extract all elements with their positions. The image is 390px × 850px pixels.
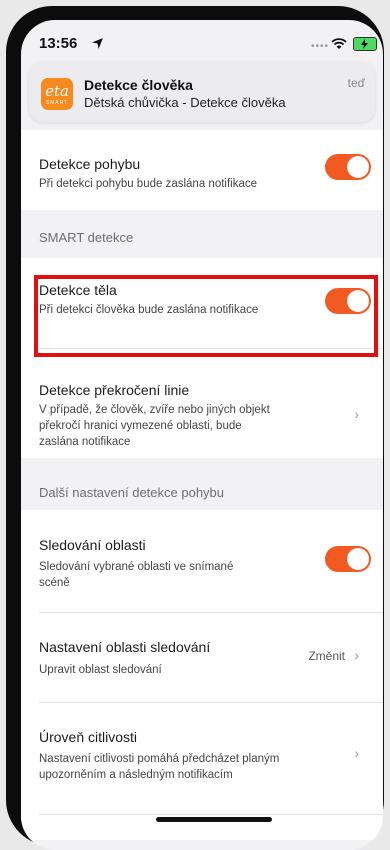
toggle-knob <box>347 156 369 178</box>
line-crossing-title: Detekce překročení linie <box>39 382 190 398</box>
status-bar: 13:56 •••• <box>21 20 383 58</box>
smart-section-label: SMART detekce <box>39 230 134 245</box>
area-tracking-subtitle-1: Sledování vybrané oblasti ve snímané <box>39 561 234 573</box>
area-tracking-subtitle-2: scéně <box>39 577 70 589</box>
motion-detection-card: Detekce pohybu Při detekci pohybu bude z… <box>21 130 383 210</box>
eta-smart-logo: eta SMART <box>41 78 73 110</box>
sensitivity-subtitle-2: upozorněním a následným notifikacím <box>39 769 233 781</box>
more-settings-card: Sledování oblasti Sledování vybrané obla… <box>21 510 383 840</box>
motion-detection-row: Detekce pohybu Při detekci pohybu bude z… <box>21 130 383 210</box>
divider <box>39 814 383 815</box>
line-crossing-row[interactable]: Detekce překročení linie V případě, že č… <box>21 368 383 456</box>
change-area-link[interactable]: Změnit <box>308 649 345 663</box>
line-crossing-subtitle-3: zaslána notifikace <box>39 436 131 448</box>
push-notification[interactable]: eta SMART Detekce člověka Dětská chůvičk… <box>29 62 375 122</box>
phone-frame: 13:56 •••• eta SMART Detekce člověka Dět… <box>6 6 384 850</box>
logo-subtext: SMART <box>45 100 69 106</box>
line-crossing-subtitle-1: V případě, že člověk, zvíře nebo jiných … <box>39 404 270 416</box>
more-settings-section-label: Další nastavení detekce pohybu <box>39 485 225 500</box>
battery-charging-icon <box>353 37 377 51</box>
sensitivity-subtitle-1: Nastavení citlivosti pomáhá předcházet p… <box>39 753 280 765</box>
chevron-right-icon: › <box>354 406 359 422</box>
line-crossing-subtitle-2: překročí hranici vymezené oblasti, bude <box>39 420 242 432</box>
signal-dots-icon: •••• <box>310 41 329 52</box>
motion-detection-title: Detekce pohybu <box>39 156 141 172</box>
notification-title: Detekce člověka <box>84 77 193 93</box>
location-arrow-icon <box>92 38 103 49</box>
tracking-area-settings-title: Nastavení oblasti sledování <box>39 639 211 655</box>
home-indicator[interactable] <box>156 817 272 822</box>
area-tracking-toggle[interactable] <box>325 546 371 572</box>
tracking-area-settings-row[interactable]: Nastavení oblasti sledování Upravit obla… <box>21 613 383 701</box>
chevron-right-icon: › <box>354 745 359 761</box>
notification-body: Dětská chůvička - Detekce člověka <box>84 95 286 110</box>
sensitivity-title: Úroveň citlivosti <box>39 729 138 745</box>
motion-detection-toggle[interactable] <box>325 154 371 180</box>
sensitivity-row[interactable]: Úroveň citlivosti Nastavení citlivosti p… <box>21 703 383 813</box>
wifi-icon <box>331 38 347 49</box>
motion-detection-subtitle: Při detekci pohybu bude zaslána notifika… <box>39 178 258 190</box>
tracking-area-settings-subtitle: Upravit oblast sledování <box>39 664 162 676</box>
area-tracking-row: Sledování oblasti Sledování vybrané obla… <box>21 510 383 605</box>
logo-text: eta <box>45 82 69 100</box>
area-tracking-title: Sledování oblasti <box>39 537 146 553</box>
chevron-right-icon: › <box>354 647 359 663</box>
screen: 13:56 •••• eta SMART Detekce člověka Dět… <box>21 20 383 850</box>
status-time: 13:56 <box>39 35 78 52</box>
highlight-box <box>34 275 378 357</box>
toggle-knob <box>347 548 369 570</box>
notification-time: teď <box>347 76 365 90</box>
